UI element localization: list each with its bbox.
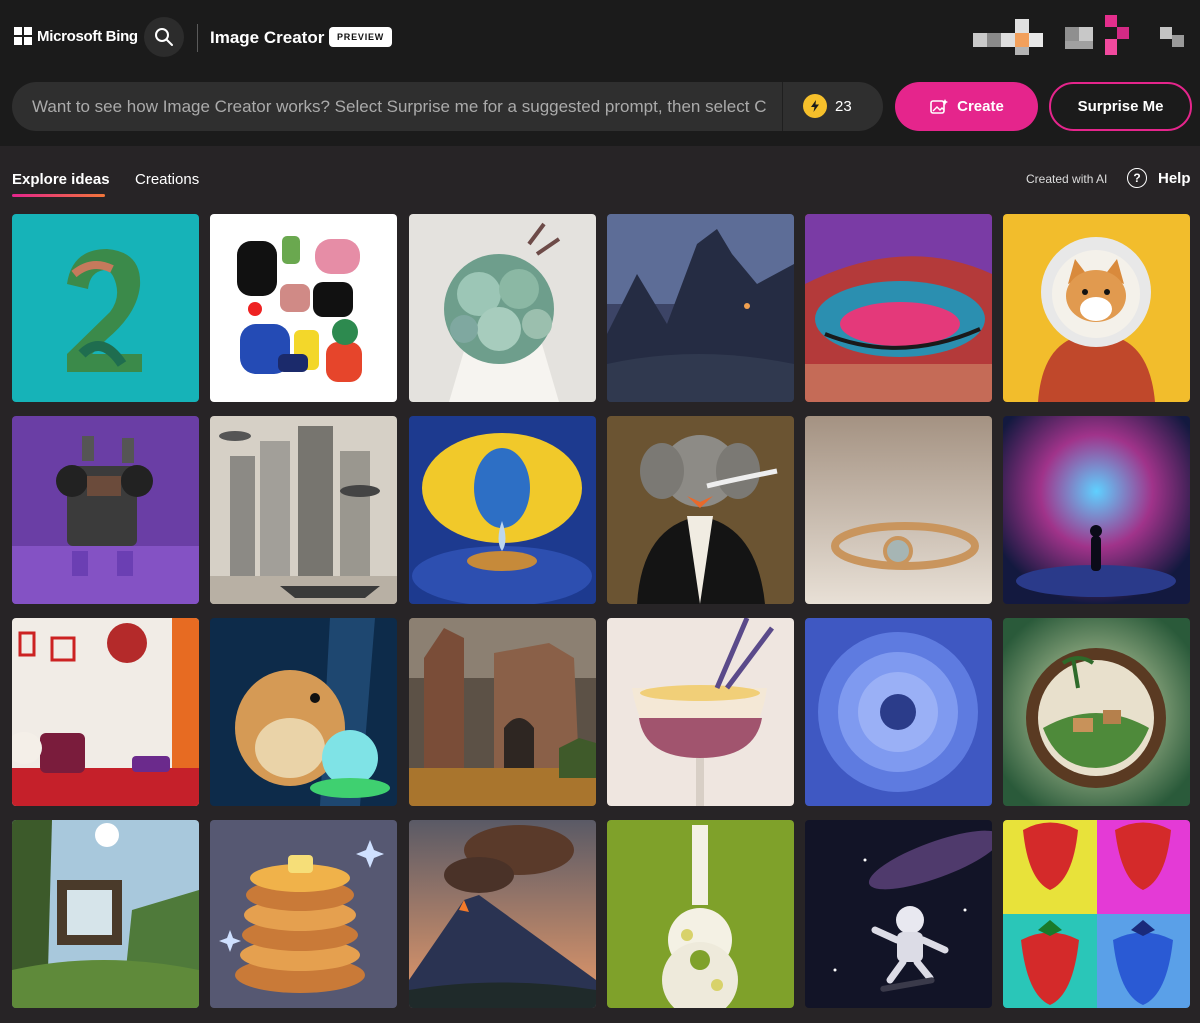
gallery-tile-pancake-stack[interactable] <box>210 820 397 1008</box>
gallery-tile-lemon-droplet[interactable] <box>409 416 596 604</box>
gallery-tile-treehouse-cabin[interactable] <box>12 820 199 1008</box>
prompt-box[interactable]: Want to see how Image Creator works? Sel… <box>12 82 883 131</box>
app-title[interactable]: Image Creator <box>210 28 324 48</box>
top-header: Microsoft Bing Image Creator PREVIEW <box>0 0 1200 76</box>
gallery-tile-strawberry-pop-art[interactable] <box>1003 820 1190 1008</box>
header-divider <box>197 24 198 52</box>
gallery-tile-ruined-castle-painting[interactable] <box>409 618 596 806</box>
help-button[interactable]: ? Help <box>1127 168 1191 188</box>
surprise-me-button[interactable]: Surprise Me <box>1049 82 1192 131</box>
gallery-tile-shiba-astronaut[interactable] <box>1003 214 1190 402</box>
gallery-tile-volcano-eruption[interactable] <box>409 820 596 1008</box>
create-label: Create <box>957 98 1004 115</box>
create-button[interactable]: Create <box>895 82 1038 131</box>
microsoft-logo-icon <box>14 27 32 45</box>
gallery-tile-nebula-figure[interactable] <box>1003 416 1190 604</box>
boost-counter[interactable]: 23 <box>803 94 852 118</box>
gallery-tile-space-skater[interactable] <box>805 820 992 1008</box>
search-button[interactable] <box>144 17 184 57</box>
prompt-bar: Want to see how Image Creator works? Sel… <box>0 76 1200 146</box>
gallery-tile-futuristic-city[interactable] <box>210 416 397 604</box>
active-tab-underline <box>12 194 105 197</box>
gallery-tile-hamster-crystal-ball[interactable] <box>210 618 397 806</box>
created-with-ai-label: Created with AI <box>1026 172 1108 186</box>
preview-badge: PREVIEW <box>329 27 393 47</box>
brand-text: Microsoft Bing <box>37 27 138 45</box>
lightning-bolt-icon <box>803 94 827 118</box>
search-icon <box>155 28 173 46</box>
boost-count: 23 <box>835 97 852 115</box>
gallery-tile-cocktail-lavender[interactable] <box>607 618 794 806</box>
tab-creations[interactable]: Creations <box>135 171 199 188</box>
gallery-tile-robot-speakers[interactable] <box>12 416 199 604</box>
tab-explore-ideas[interactable]: Explore ideas <box>12 171 110 188</box>
gallery-tile-coconut-village[interactable] <box>1003 618 1190 806</box>
prompt-input[interactable]: Want to see how Image Creator works? Sel… <box>32 82 782 131</box>
gallery-tile-cozy-room[interactable] <box>12 618 199 806</box>
gallery-tile-succulent-bouquet[interactable] <box>409 214 596 402</box>
gallery-tile-blue-dahlia[interactable] <box>805 618 992 806</box>
gallery-tile-number-two-collage[interactable] <box>12 214 199 402</box>
gallery-tile-abstract-shapes[interactable] <box>210 214 397 402</box>
image-sparkle-icon <box>930 98 949 114</box>
gallery-tile-flower-guitar[interactable] <box>607 820 794 1008</box>
help-circle-icon: ? <box>1127 168 1147 188</box>
prompt-separator <box>782 82 783 131</box>
gallery-tile-gold-ring[interactable] <box>805 416 992 604</box>
brand[interactable]: Microsoft Bing <box>14 27 138 45</box>
gallery-tile-dark-castle-mountains[interactable] <box>607 214 794 402</box>
gallery-tile-elephant-tuxedo[interactable] <box>607 416 794 604</box>
gallery-tile-glitter-eyeshadow[interactable] <box>805 214 992 402</box>
help-label: Help <box>1158 169 1191 187</box>
